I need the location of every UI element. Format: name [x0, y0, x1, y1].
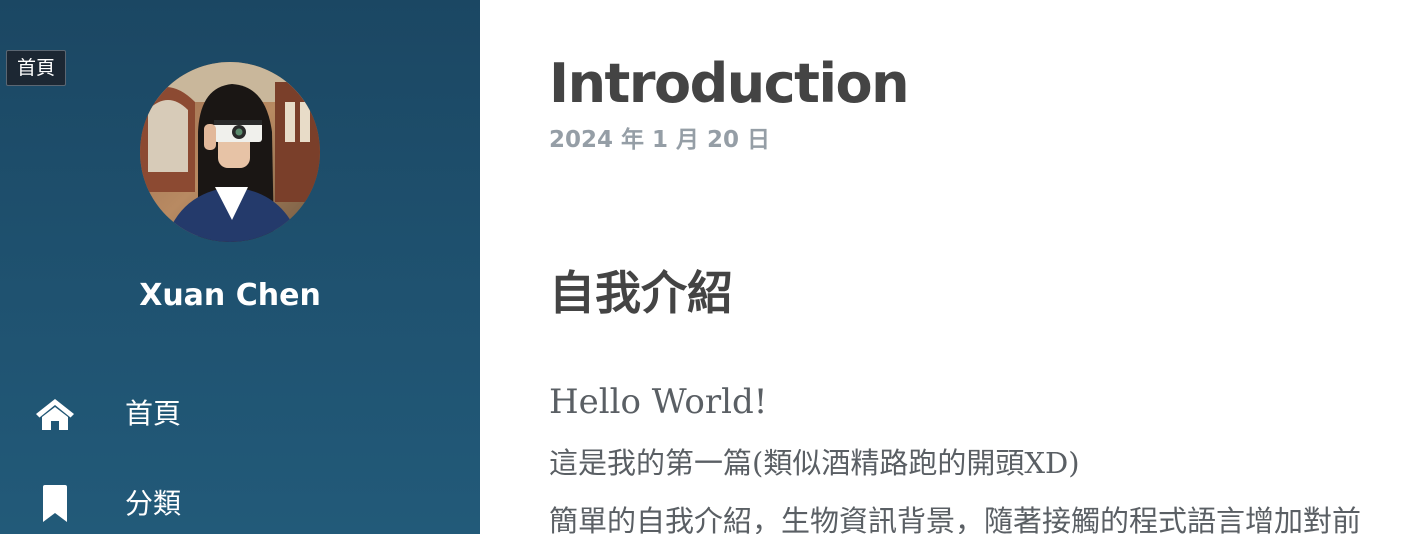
main-content: Introduction 2024 年 1 月 20 日 自我介紹 Hello …: [480, 0, 1426, 534]
avatar-photo: [140, 62, 320, 242]
nav-item-home[interactable]: 首頁: [0, 384, 480, 444]
tooltip: 首頁: [6, 50, 67, 86]
nav-item-home-label: 首頁: [125, 397, 182, 430]
post-paragraph: 簡單的自我介紹，生物資訊背景，隨著接觸的程式語言增加對前: [549, 504, 1362, 534]
home-icon: [34, 393, 76, 435]
post-title: Introduction: [549, 52, 910, 115]
post-paragraph: Hello World!: [549, 382, 768, 422]
post-date: 2024 年 1 月 20 日: [549, 127, 771, 153]
section-heading: 自我介紹: [549, 266, 733, 320]
sidebar: Xuan Chen 首頁 分類 首頁: [0, 0, 480, 534]
nav-item-categories-label: 分類: [125, 487, 182, 520]
avatar[interactable]: [140, 62, 320, 242]
bookmark-icon: [34, 483, 76, 525]
author-name[interactable]: Xuan Chen: [0, 276, 460, 316]
post-paragraph: 這是我的第一篇(類似酒精路跑的開頭XD): [549, 446, 1080, 480]
nav-item-categories[interactable]: 分類: [0, 474, 480, 534]
